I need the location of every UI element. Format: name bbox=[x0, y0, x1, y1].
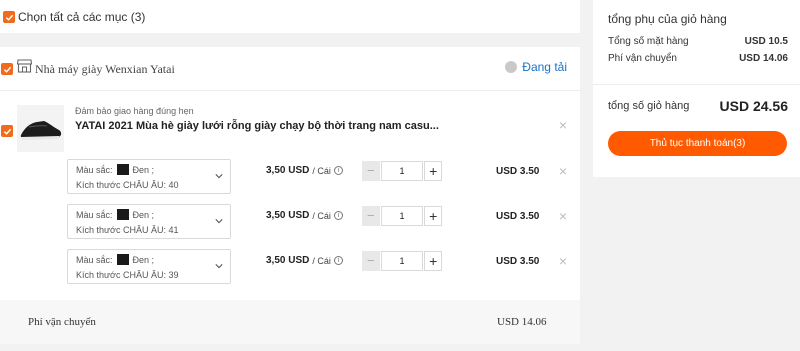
shop-shipping-row: Phí vận chuyển USD 14.06 bbox=[0, 300, 580, 344]
info-icon[interactable]: i bbox=[333, 211, 343, 220]
product-thumbnail[interactable] bbox=[17, 105, 64, 152]
summary-title: tổng phụ của giỏ hàng bbox=[608, 12, 727, 26]
follow-label: Đang tải bbox=[522, 60, 567, 74]
chevron-down-icon bbox=[215, 264, 223, 269]
remove-product-close-icon[interactable]: × bbox=[558, 118, 568, 132]
shop-name[interactable]: Nhà máy giày Wenxian Yatai bbox=[35, 62, 175, 77]
select-all-bar: Chọn tất cả các mục (3) bbox=[0, 0, 580, 33]
color-label: Màu sắc: bbox=[76, 254, 113, 265]
shipping-label: Phí vận chuyển bbox=[28, 316, 96, 328]
loading-icon bbox=[505, 61, 518, 73]
unit-price: 3,50 USD / Cái i bbox=[266, 165, 343, 176]
delivery-guarantee: Đảm bảo giao hàng đúng hẹn bbox=[75, 106, 194, 116]
unit-price: 3,50 USD / Cái i bbox=[266, 255, 343, 266]
quantity-stepper: − 1 + bbox=[362, 206, 442, 226]
items-label: Tổng số mặt hàng bbox=[608, 36, 689, 47]
select-all-label: Chọn tất cả các mục (3) bbox=[18, 10, 146, 24]
size-text: Kích thước CHÂU ÂU: 40 bbox=[76, 180, 179, 190]
remove-variant-close-icon[interactable]: × bbox=[558, 209, 568, 223]
increase-button[interactable]: + bbox=[424, 206, 442, 226]
store-icon bbox=[17, 59, 32, 73]
shop-header: Nhà máy giày Wenxian Yatai Đang tải bbox=[0, 47, 580, 91]
price-value: 3,50 USD bbox=[266, 255, 310, 266]
line-total: USD 3.50 bbox=[496, 166, 540, 177]
color-label: Màu sắc: bbox=[76, 164, 113, 175]
variant-selector[interactable]: Màu sắc: Đen ; Kích thước CHÂU ÂU: 40 bbox=[67, 159, 231, 194]
divider bbox=[593, 84, 800, 85]
price-value: 3,50 USD bbox=[266, 165, 310, 176]
summary-shipping-value: USD 14.06 bbox=[739, 53, 788, 64]
increase-button[interactable]: + bbox=[424, 251, 442, 271]
check-icon bbox=[3, 128, 11, 135]
color-value: Đen ; bbox=[132, 164, 155, 175]
increase-button[interactable]: + bbox=[424, 161, 442, 181]
total-value: USD 24.56 bbox=[719, 98, 788, 114]
chevron-down-icon bbox=[215, 174, 223, 179]
product-checkbox[interactable] bbox=[1, 125, 13, 137]
shop-card: Nhà máy giày Wenxian Yatai Đang tải Đảm … bbox=[0, 47, 580, 344]
follow-button[interactable]: Đang tải bbox=[505, 60, 567, 74]
line-total: USD 3.50 bbox=[496, 211, 540, 222]
unit-price: 3,50 USD / Cái i bbox=[266, 210, 343, 221]
total-label: tổng số giỏ hàng bbox=[608, 100, 690, 112]
color-value: Đen ; bbox=[132, 209, 155, 220]
quantity-input[interactable]: 1 bbox=[380, 161, 424, 181]
shoe-swatch-icon bbox=[116, 254, 129, 265]
price-unit: / Cái bbox=[312, 165, 331, 176]
decrease-button[interactable]: − bbox=[362, 161, 380, 181]
summary-shipping-label: Phí vận chuyển bbox=[608, 53, 677, 64]
decrease-button[interactable]: − bbox=[362, 251, 380, 271]
price-unit: / Cái bbox=[312, 255, 331, 266]
line-total: USD 3.50 bbox=[496, 256, 540, 267]
shoe-image bbox=[17, 105, 64, 152]
size-text: Kích thước CHÂU ÂU: 41 bbox=[76, 225, 179, 235]
remove-variant-close-icon[interactable]: × bbox=[558, 164, 568, 178]
price-unit: / Cái bbox=[312, 210, 331, 221]
quantity-stepper: − 1 + bbox=[362, 251, 442, 271]
shop-checkbox[interactable] bbox=[1, 63, 13, 75]
items-value: USD 10.5 bbox=[744, 36, 788, 47]
quantity-input[interactable]: 1 bbox=[380, 206, 424, 226]
quantity-stepper: − 1 + bbox=[362, 161, 442, 181]
variant-selector[interactable]: Màu sắc: Đen ; Kích thước CHÂU ÂU: 41 bbox=[67, 204, 231, 239]
check-icon bbox=[3, 66, 11, 73]
info-icon[interactable]: i bbox=[333, 256, 343, 265]
summary-total-row: tổng số giỏ hàng USD 24.56 bbox=[608, 98, 788, 114]
shoe-swatch-icon bbox=[116, 209, 129, 220]
cart-summary: tổng phụ của giỏ hàng Tổng số mặt hàng U… bbox=[593, 0, 800, 177]
color-label: Màu sắc: bbox=[76, 209, 113, 220]
check-icon bbox=[5, 14, 13, 21]
color-value: Đen ; bbox=[132, 254, 155, 265]
price-value: 3,50 USD bbox=[266, 210, 310, 221]
info-icon[interactable]: i bbox=[333, 166, 343, 175]
shoe-swatch-icon bbox=[116, 164, 129, 175]
summary-items-row: Tổng số mặt hàng USD 10.5 bbox=[608, 36, 788, 47]
decrease-button[interactable]: − bbox=[362, 206, 380, 226]
remove-variant-close-icon[interactable]: × bbox=[558, 254, 568, 268]
shipping-value: USD 14.06 bbox=[497, 316, 547, 328]
select-all-checkbox[interactable] bbox=[3, 11, 15, 23]
product-title[interactable]: YATAI 2021 Mùa hè giày lưới rỗng giày ch… bbox=[75, 120, 439, 132]
variant-selector[interactable]: Màu sắc: Đen ; Kích thước CHÂU ÂU: 39 bbox=[67, 249, 231, 284]
summary-shipping-row: Phí vận chuyển USD 14.06 bbox=[608, 53, 788, 64]
quantity-input[interactable]: 1 bbox=[380, 251, 424, 271]
chevron-down-icon bbox=[215, 219, 223, 224]
checkout-button[interactable]: Thủ tục thanh toán(3) bbox=[608, 131, 787, 156]
size-text: Kích thước CHÂU ÂU: 39 bbox=[76, 270, 179, 280]
